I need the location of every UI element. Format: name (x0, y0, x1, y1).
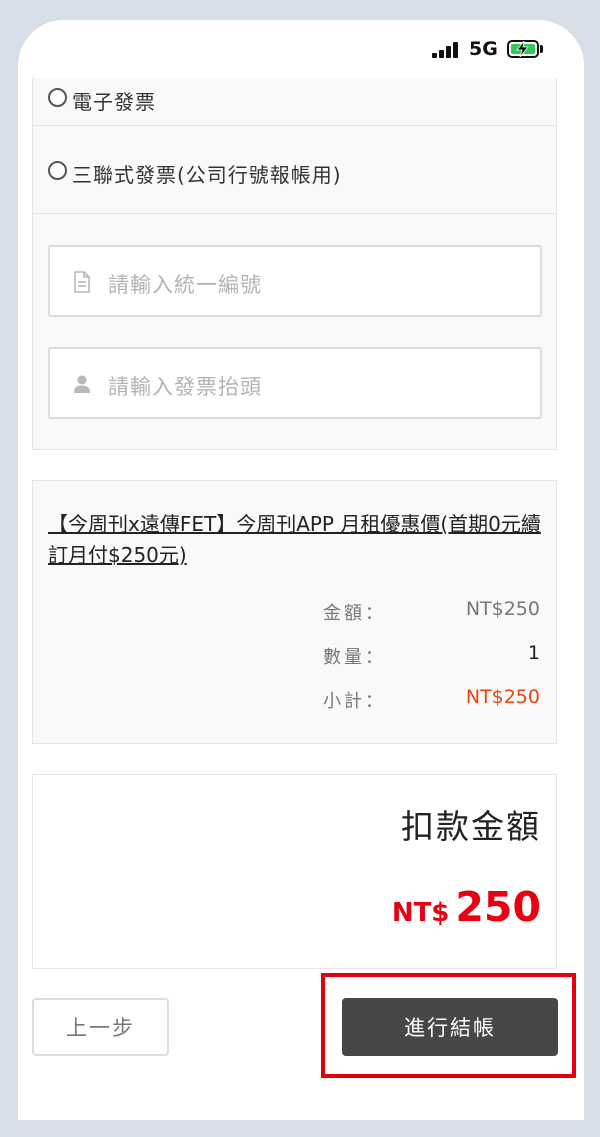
currency-label: NT$ (391, 898, 450, 928)
radio-label: 電子發票 (72, 90, 156, 114)
invoice-title-input[interactable]: 請輸入發票抬頭 (48, 347, 542, 419)
invoice-title-placeholder: 請輸入發票抬頭 (108, 375, 262, 399)
subtotal-label: 小計： (323, 691, 386, 712)
price-label: 金額： (323, 603, 386, 624)
radio-label: 三聯式發票(公司行號報帳用) (72, 163, 342, 187)
status-bar: 5G (18, 20, 584, 78)
price-value: NT$250 (465, 598, 540, 620)
signal-strength-icon (432, 42, 462, 58)
invoice-options-panel: 電子發票 三聯式發票(公司行號報帳用) 請輸入統一編號 請輸入發票抬頭 (32, 20, 557, 450)
user-icon (74, 375, 90, 393)
phone-screen: 電子發票 三聯式發票(公司行號報帳用) 請輸入統一編號 請輸入發票抬頭 【今周刊… (18, 20, 584, 1120)
quantity-label: 數量： (323, 647, 386, 668)
battery-charging-icon (507, 40, 539, 58)
payment-total-panel: 扣款金額 NT$ 250 (32, 774, 557, 969)
network-label: 5G (469, 38, 498, 60)
payment-total-title: 扣款金額 (401, 807, 541, 846)
radio-button[interactable] (48, 161, 67, 180)
quantity-value: 1 (527, 642, 540, 664)
tax-id-input[interactable]: 請輸入統一編號 (48, 245, 542, 317)
tax-id-placeholder: 請輸入統一編號 (108, 273, 262, 297)
previous-step-button[interactable]: 上一步 (32, 998, 169, 1056)
battery-cap (540, 45, 543, 53)
document-icon (74, 271, 90, 293)
amount-value: 250 (455, 883, 541, 931)
product-name-link[interactable]: 【今周刊x遠傳FET】今周刊APP 月租優惠價(首期0元續訂月付$250元) (48, 509, 543, 571)
payment-total-amount: NT$ 250 (392, 883, 541, 931)
checkout-page: 電子發票 三聯式發票(公司行號報帳用) 請輸入統一編號 請輸入發票抬頭 【今周刊… (18, 20, 584, 1120)
radio-button[interactable] (48, 88, 67, 107)
radio-option-triplicate-invoice[interactable]: 三聯式發票(公司行號報帳用) (33, 126, 556, 214)
lightning-bolt-icon (516, 41, 529, 57)
subtotal-value: NT$250 (465, 686, 540, 708)
order-summary-panel: 【今周刊x遠傳FET】今周刊APP 月租優惠價(首期0元續訂月付$250元) 金… (32, 480, 557, 744)
checkout-highlight-box (321, 973, 576, 1078)
